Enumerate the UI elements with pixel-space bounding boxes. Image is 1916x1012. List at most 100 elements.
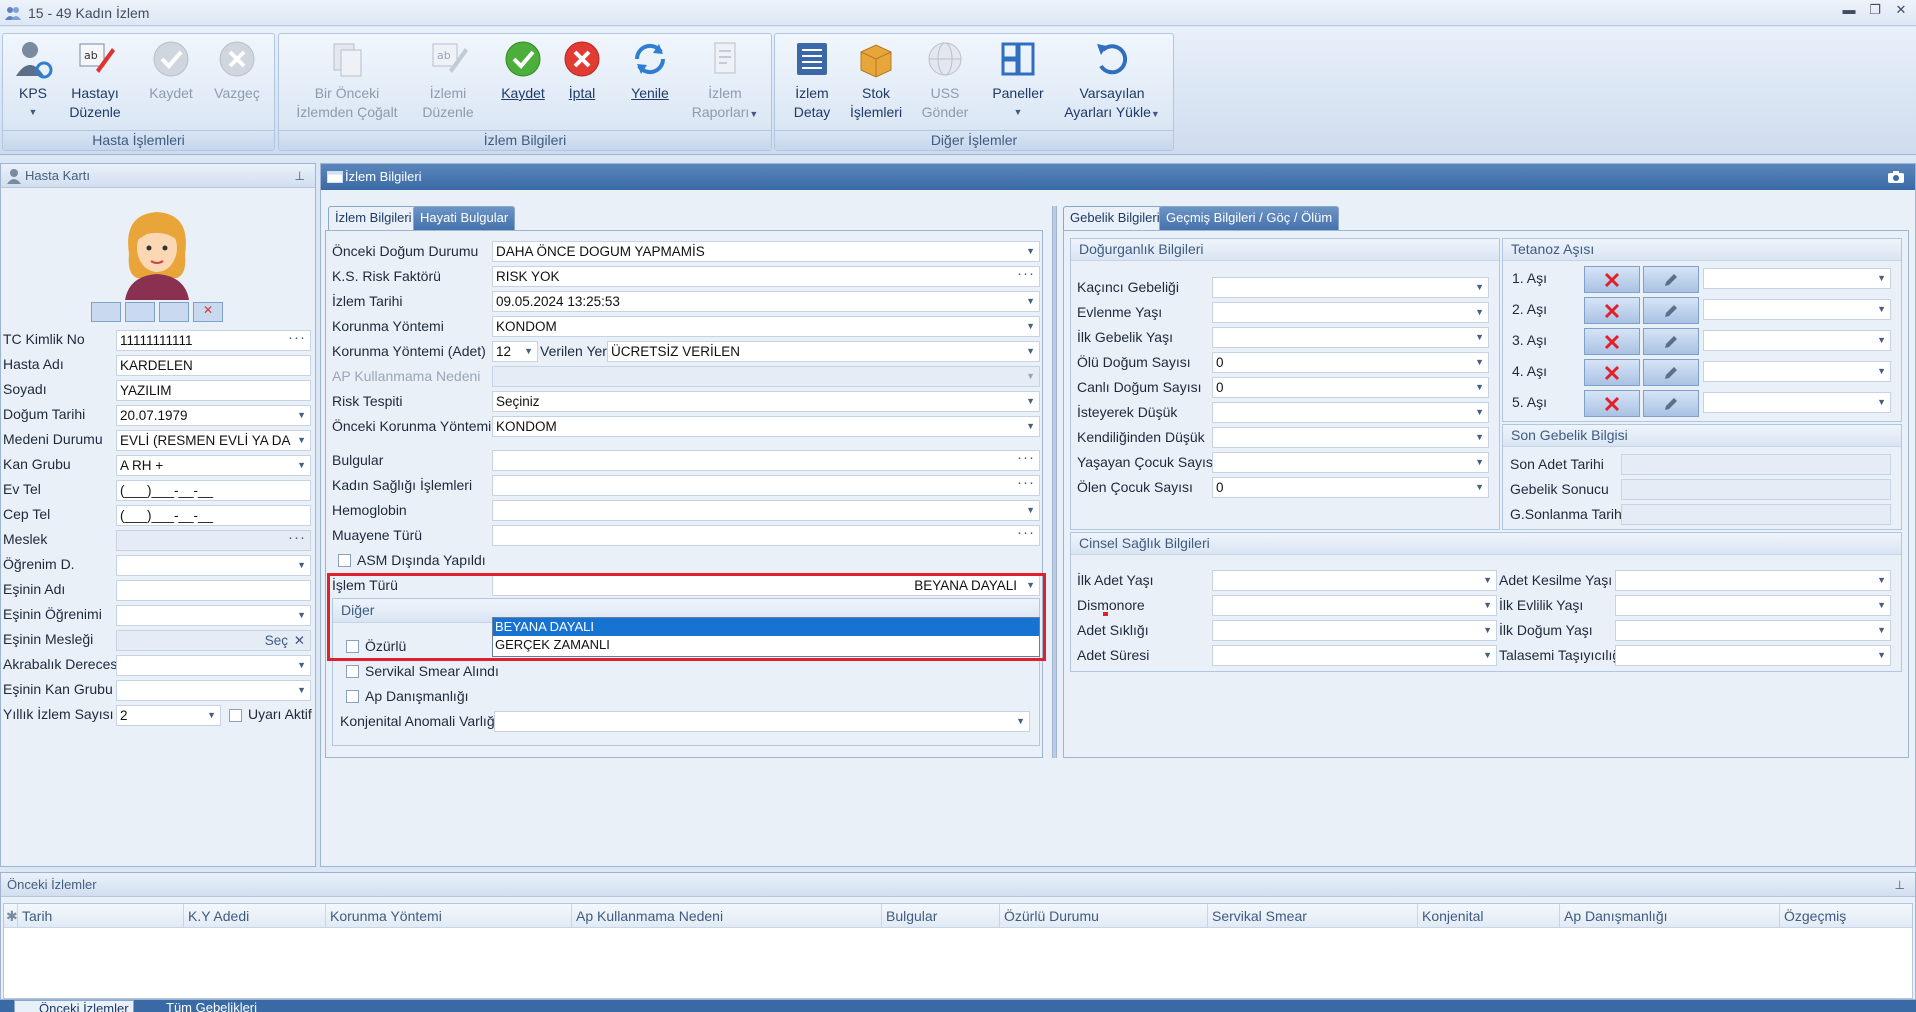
korunma-yontemi-select[interactable]: KONDOM ▼ — [492, 316, 1040, 337]
chevron-down-icon[interactable]: ▼ — [1475, 478, 1484, 497]
akrabalik-select[interactable]: ▼ — [116, 655, 311, 676]
bir-onceki-izlemden-cogalt-button[interactable]: Bir Önceki İzlemden Çoğalt — [287, 38, 407, 122]
stok-islemleri-button[interactable]: Stok İşlemleri — [845, 38, 907, 122]
kaydet-button[interactable]: Kaydet — [495, 38, 551, 103]
tab-hayati-bulgular[interactable]: Hayati Bulgular — [413, 206, 516, 230]
canli-dogum-sayisi-select[interactable]: 0 ▼ — [1212, 377, 1489, 398]
izlem-raporlari-button[interactable]: İzlem Raporları▼ — [689, 38, 761, 124]
yenile-button[interactable]: Yenile — [621, 38, 679, 103]
chevron-down-icon[interactable]: ▼ — [1483, 596, 1492, 615]
verilen-yer-select[interactable]: ÜCRETSİZ VERİLEN ▼ — [607, 341, 1040, 362]
chevron-down-icon[interactable]: ▼ — [1877, 646, 1886, 665]
adet-sikligi-select[interactable]: ▼ — [1212, 620, 1497, 641]
chevron-down-icon[interactable]: ▼ — [297, 556, 306, 575]
evlenme-yasi-select[interactable]: ▼ — [1212, 302, 1489, 323]
chevron-down-icon[interactable]: ▼ — [1475, 303, 1484, 322]
izlem-tarihi-input[interactable]: 09.05.2024 13:25:53 ▼ — [492, 291, 1040, 312]
varsayilan-ayarlari-yukle-button[interactable]: Varsayılan Ayarları Yükle▼ — [1057, 38, 1167, 124]
tab-gecmis-bilgileri[interactable]: Geçmiş Bilgileri / Göç / Ölüm — [1159, 206, 1340, 230]
izlemi-duzenle-button[interactable]: ab İzlemi Düzenle — [415, 38, 481, 122]
tab-onceki-izlemler[interactable]: Önceki İzlemler — [14, 1000, 134, 1012]
asi-edit-button[interactable] — [1643, 297, 1699, 324]
dismonore-select[interactable]: ▼ — [1212, 595, 1497, 616]
chevron-down-icon[interactable]: ▼ — [207, 706, 216, 725]
uss-gonder-button[interactable]: USS Gönder — [915, 38, 975, 122]
chevron-down-icon[interactable]: ▼ — [1026, 317, 1035, 336]
kaydet-disabled-button[interactable]: Kaydet — [141, 38, 201, 103]
column-header[interactable]: Özürlü Durumu — [1000, 904, 1208, 928]
chevron-down-icon[interactable]: ▼ — [294, 431, 306, 450]
adet-suresi-select[interactable]: ▼ — [1212, 645, 1497, 666]
tab-izlem-bilgileri[interactable]: İzlem Bilgileri — [328, 206, 419, 230]
chevron-down-icon[interactable]: ▼ — [1877, 571, 1886, 590]
column-header[interactable]: Konjenital — [1418, 904, 1560, 928]
bulgular-input[interactable]: ··· — [492, 450, 1040, 471]
asi-edit-button[interactable] — [1643, 390, 1699, 417]
asi-delete-button[interactable] — [1584, 328, 1640, 355]
column-header[interactable]: Ap Kullanmama Nedeni — [572, 904, 882, 928]
chevron-down-icon[interactable]: ▼ — [1877, 269, 1886, 288]
esinin-kan-grubu-select[interactable]: ▼ — [116, 680, 311, 701]
korunma-adet-select[interactable]: 12 ▼ — [492, 341, 538, 362]
onceki-dogum-durumu-select[interactable]: DAHA ÖNCE DOGUM YAPMAMİS ▼ — [492, 241, 1040, 262]
meslek-input[interactable]: ··· — [116, 530, 311, 551]
chevron-down-icon[interactable]: ▼ — [297, 456, 306, 475]
column-header[interactable]: Ap Danışmanlığı — [1560, 904, 1780, 928]
minimize-button[interactable]: ▬ — [1838, 2, 1860, 17]
pin-icon[interactable]: ⊥ — [295, 164, 305, 188]
onceki-korunma-select[interactable]: KONDOM ▼ — [492, 416, 1040, 437]
chevron-down-icon[interactable]: ▼ — [297, 681, 306, 700]
asi-delete-button[interactable] — [1584, 359, 1640, 386]
chevron-down-icon[interactable]: ▼ — [1475, 378, 1484, 397]
ellipsis-icon[interactable]: ··· — [288, 531, 306, 547]
kacinci-gebeligi-select[interactable]: ▼ — [1212, 277, 1489, 298]
asi-delete-button[interactable] — [1584, 390, 1640, 417]
upload-icon[interactable] — [125, 302, 155, 322]
asi-date-select[interactable]: ▼ — [1703, 361, 1891, 382]
asm-disinda-checkbox[interactable] — [338, 554, 351, 567]
column-header[interactable]: K.Y Adedi — [184, 904, 326, 928]
yasayan-cocuk-sayisi-select[interactable]: ▼ — [1212, 452, 1489, 473]
chevron-down-icon[interactable]: ▼ — [1475, 428, 1484, 447]
chevron-down-icon[interactable]: ▼ — [1475, 328, 1484, 347]
close-button[interactable]: ✕ — [1890, 2, 1912, 18]
ilk-gebelik-yasi-select[interactable]: ▼ — [1212, 327, 1489, 348]
vazgec-button[interactable]: Vazgeç — [207, 38, 267, 103]
tc-kimlik-input[interactable]: 11111111111 ··· — [116, 330, 311, 351]
iptal-button[interactable]: İptal — [557, 38, 607, 103]
pin-icon[interactable]: ⊥ — [1895, 873, 1905, 897]
chevron-down-icon[interactable]: ▼ — [297, 606, 306, 625]
medeni-durumu-select[interactable]: EVLİ (RESMEN EVLİ YA DA E ▼ — [116, 430, 311, 451]
izlem-detay-button[interactable]: İzlem Detay — [783, 38, 841, 122]
chevron-down-icon[interactable]: ▼ — [1877, 362, 1886, 381]
soyadi-input[interactable]: YAZILIM — [116, 380, 311, 401]
dogum-tarihi-input[interactable]: 20.07.1979 ▼ — [116, 405, 311, 426]
adet-kesilme-yasi-select[interactable]: ▼ — [1615, 570, 1891, 591]
hasta-adi-input[interactable]: KARDELEN — [116, 355, 311, 376]
asi-edit-button[interactable] — [1643, 328, 1699, 355]
ogrenim-select[interactable]: ▼ — [116, 555, 311, 576]
ellipsis-icon[interactable]: ··· — [1017, 526, 1035, 542]
ellipsis-icon[interactable]: ··· — [1017, 476, 1035, 492]
esinin-meslegi-input[interactable]: Seç ✕ — [116, 630, 311, 651]
asi-date-select[interactable]: ▼ — [1703, 268, 1891, 289]
ilk-evlilik-yasi-select[interactable]: ▼ — [1615, 595, 1891, 616]
tab-tum-gebelikleri[interactable]: Tüm Gebelikleri — [144, 1000, 264, 1012]
esinin-adi-input[interactable] — [116, 580, 311, 601]
chevron-down-icon[interactable]: ▼ — [1877, 300, 1886, 319]
column-header[interactable]: Korunma Yöntemi — [326, 904, 572, 928]
asi-date-select[interactable]: ▼ — [1703, 299, 1891, 320]
yillik-izlem-select[interactable]: 2 ▼ — [116, 705, 221, 726]
chevron-down-icon[interactable]: ▼ — [1016, 712, 1025, 731]
chevron-down-icon[interactable]: ▼ — [1877, 621, 1886, 640]
paneller-button[interactable]: Paneller ▼ — [985, 38, 1051, 122]
camera-icon[interactable] — [91, 302, 121, 322]
chevron-down-icon[interactable]: ▼ — [1475, 278, 1484, 297]
asi-delete-button[interactable] — [1584, 297, 1640, 324]
kan-grubu-select[interactable]: A RH + ▼ — [116, 455, 311, 476]
ilk-adet-yasi-select[interactable]: ▼ — [1212, 570, 1497, 591]
chevron-down-icon[interactable]: ▼ — [1877, 393, 1886, 412]
chevron-down-icon[interactable]: ▼ — [1483, 571, 1492, 590]
ellipsis-icon[interactable]: ··· — [1017, 451, 1035, 467]
olu-dogum-sayisi-select[interactable]: 0 ▼ — [1212, 352, 1489, 373]
